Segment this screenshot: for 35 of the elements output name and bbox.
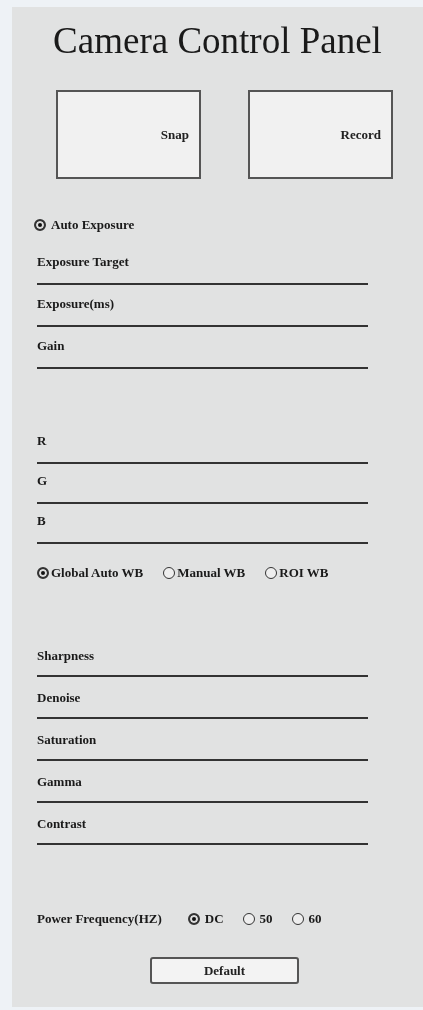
radio-label: 50	[259, 911, 273, 927]
radio-label: 60	[308, 911, 322, 927]
slider-label: Exposure(ms)	[37, 295, 115, 313]
slider-label: Gamma	[37, 773, 82, 791]
radio-label: Manual WB	[177, 565, 246, 581]
radio-option[interactable]: ROI WB	[265, 565, 329, 581]
radio-option[interactable]: Manual WB	[163, 565, 246, 581]
slider-label: Contrast	[37, 815, 87, 833]
action-button[interactable]: Record	[248, 90, 393, 179]
slider-label: R	[37, 432, 47, 450]
slider-label: Sharpness	[37, 647, 95, 665]
slider-label: Gain	[37, 337, 65, 355]
radio-button[interactable]	[34, 219, 46, 231]
power-frequency-label: Power Frequency(HZ)	[37, 911, 162, 927]
radio-option[interactable]: 60	[291, 911, 322, 927]
action-button[interactable]: Snap	[56, 90, 201, 179]
slider-label: Saturation	[37, 731, 97, 749]
slider-label: G	[37, 472, 48, 490]
radio-option[interactable]: Auto Exposure	[34, 217, 135, 233]
radio-button[interactable]	[291, 913, 304, 925]
radio-button[interactable]	[37, 567, 49, 579]
radio-label: Auto Exposure	[51, 217, 135, 233]
radio-option[interactable]: DC	[187, 911, 224, 927]
radio-button[interactable]	[163, 567, 176, 579]
slider-label: Exposure Target	[37, 253, 129, 271]
radio-button[interactable]	[242, 913, 255, 925]
slider-label: B	[37, 512, 46, 530]
default-button[interactable]: Default	[150, 957, 299, 984]
radio-option[interactable]: 50	[242, 911, 273, 927]
radio-label: ROI WB	[279, 565, 329, 581]
radio-button[interactable]	[265, 567, 278, 579]
radio-label: DC	[204, 911, 224, 927]
panel-title: Camera Control Panel	[52, 19, 383, 63]
slider-label: Denoise	[37, 689, 81, 707]
radio-button[interactable]	[187, 913, 200, 925]
